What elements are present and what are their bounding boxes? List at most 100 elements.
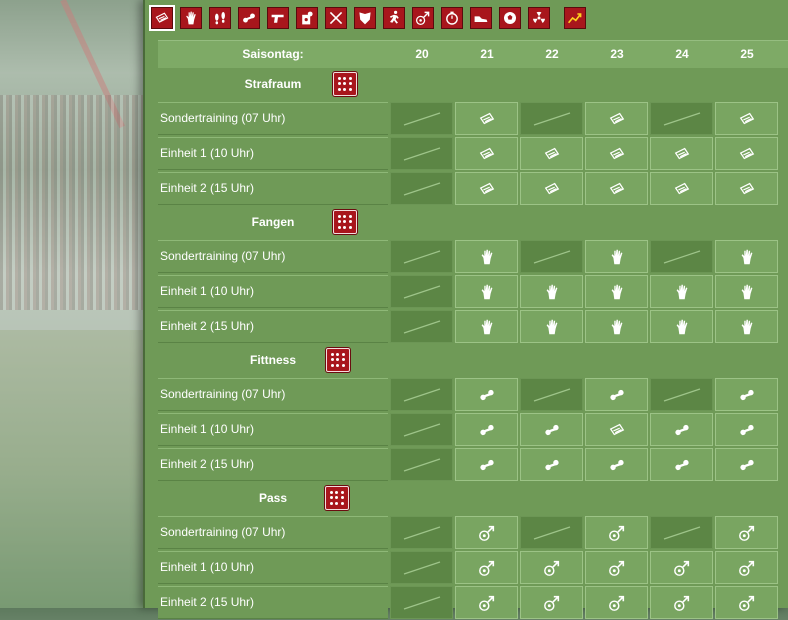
- training-slot-cell[interactable]: [585, 448, 648, 481]
- day-header-23: 23: [610, 47, 624, 61]
- training-slot-cell[interactable]: [585, 275, 648, 308]
- training-slot-cell[interactable]: [520, 586, 583, 619]
- training-slot-cell[interactable]: [455, 413, 518, 446]
- training-slot-cell[interactable]: [585, 240, 648, 273]
- training-slot-cell[interactable]: [715, 413, 778, 446]
- toolbar-swords-button[interactable]: [325, 7, 347, 29]
- training-slot-cell[interactable]: [455, 516, 518, 549]
- training-slot-cell[interactable]: [455, 551, 518, 584]
- training-slot-cell[interactable]: [715, 137, 778, 170]
- training-slot-cell[interactable]: [520, 413, 583, 446]
- no-training-cell: [520, 102, 583, 135]
- toolbar-stopwatch-button[interactable]: [441, 7, 463, 29]
- toolbar-shoe-button[interactable]: [470, 7, 492, 29]
- training-slot-cell[interactable]: [715, 448, 778, 481]
- training-slot-cell[interactable]: [715, 310, 778, 343]
- training-row-label: Sondertraining (07 Uhr): [158, 516, 388, 549]
- training-slot-cell[interactable]: [585, 413, 648, 446]
- training-slot-cell[interactable]: [715, 551, 778, 584]
- training-slot-cell[interactable]: [520, 172, 583, 205]
- training-slot-cell[interactable]: [650, 172, 713, 205]
- feet-icon: [212, 10, 228, 26]
- training-slot-cell[interactable]: [520, 551, 583, 584]
- ballarrow-icon: [478, 524, 496, 542]
- ballarrow-icon: [478, 559, 496, 577]
- glove-icon: [543, 318, 561, 336]
- toolbar-dumbbell-button[interactable]: [238, 7, 260, 29]
- randomize-dice-button[interactable]: [333, 72, 357, 96]
- training-slot-cell[interactable]: [455, 137, 518, 170]
- toolbar-feet-button[interactable]: [209, 7, 231, 29]
- training-slot-cell[interactable]: [455, 102, 518, 135]
- training-slot-cell[interactable]: [585, 378, 648, 411]
- ballarrow-icon: [608, 559, 626, 577]
- training-slot-cell[interactable]: [455, 275, 518, 308]
- training-slot-cell[interactable]: [650, 275, 713, 308]
- training-slot-cell[interactable]: [520, 137, 583, 170]
- randomize-dice-button[interactable]: [333, 210, 357, 234]
- training-row: Sondertraining (07 Uhr): [158, 101, 788, 136]
- toolbar-shield-button[interactable]: [354, 7, 376, 29]
- section-header-fittness: Fittness: [158, 344, 788, 377]
- training-slot-cell[interactable]: [520, 448, 583, 481]
- training-slot-cell[interactable]: [585, 172, 648, 205]
- training-row-label: Einheit 2 (15 Uhr): [158, 172, 388, 205]
- dumbbell-icon: [543, 456, 561, 474]
- toolbar-glove-button[interactable]: [180, 7, 202, 29]
- training-slot-cell[interactable]: [585, 137, 648, 170]
- training-slot-cell[interactable]: [650, 310, 713, 343]
- training-row-label: Einheit 2 (15 Uhr): [158, 448, 388, 481]
- toolbar-target-button[interactable]: [296, 7, 318, 29]
- training-slot-cell[interactable]: [585, 516, 648, 549]
- toolbar-chart-trend-button[interactable]: [564, 7, 586, 29]
- training-slot-cell[interactable]: [650, 586, 713, 619]
- training-row: Einheit 2 (15 Uhr): [158, 585, 788, 620]
- training-row: Sondertraining (07 Uhr): [158, 515, 788, 550]
- training-slot-cell[interactable]: [715, 586, 778, 619]
- randomize-dice-button[interactable]: [326, 348, 350, 372]
- swords-icon: [328, 10, 344, 26]
- training-slot-cell[interactable]: [650, 137, 713, 170]
- training-slot-cell[interactable]: [715, 172, 778, 205]
- training-slot-cell[interactable]: [455, 586, 518, 619]
- training-slot-cell[interactable]: [520, 310, 583, 343]
- training-slot-cell[interactable]: [585, 586, 648, 619]
- toolbar-pistol-button[interactable]: [267, 7, 289, 29]
- no-training-cell: [390, 413, 453, 446]
- glove-icon: [738, 283, 756, 301]
- training-slot-cell[interactable]: [650, 551, 713, 584]
- training-slot-cell[interactable]: [715, 102, 778, 135]
- toolbar-football-button[interactable]: [499, 7, 521, 29]
- training-slot-cell[interactable]: [455, 240, 518, 273]
- toolbar-strafraum-button[interactable]: [149, 5, 175, 31]
- day-header-22: 22: [545, 47, 559, 61]
- dumbbell-icon: [738, 421, 756, 439]
- training-slot-cell[interactable]: [585, 551, 648, 584]
- training-slot-cell[interactable]: [455, 172, 518, 205]
- training-slot-cell[interactable]: [520, 275, 583, 308]
- training-slot-cell[interactable]: [715, 275, 778, 308]
- ballarrow-icon: [738, 594, 756, 612]
- training-slot-cell[interactable]: [585, 102, 648, 135]
- randomize-dice-button[interactable]: [325, 486, 349, 510]
- training-slot-cell[interactable]: [715, 378, 778, 411]
- training-slot-cell[interactable]: [455, 378, 518, 411]
- ballarrow-icon: [673, 559, 691, 577]
- no-training-cell: [390, 448, 453, 481]
- training-slot-cell[interactable]: [455, 448, 518, 481]
- training-slot-cell[interactable]: [455, 310, 518, 343]
- training-slot-cell[interactable]: [585, 310, 648, 343]
- section-title: Fangen: [251, 215, 295, 229]
- strafraum-icon: [608, 110, 626, 128]
- toolbar-radiation-button[interactable]: [528, 7, 550, 29]
- day-header-25: 25: [740, 47, 754, 61]
- strafraum-icon: [478, 145, 496, 163]
- training-slot-cell[interactable]: [715, 240, 778, 273]
- glove-icon: [608, 248, 626, 266]
- glove-icon: [478, 283, 496, 301]
- toolbar-runner-button[interactable]: [383, 7, 405, 29]
- training-slot-cell[interactable]: [650, 448, 713, 481]
- training-slot-cell[interactable]: [715, 516, 778, 549]
- toolbar-ball-arrow-button[interactable]: [412, 7, 434, 29]
- training-slot-cell[interactable]: [650, 413, 713, 446]
